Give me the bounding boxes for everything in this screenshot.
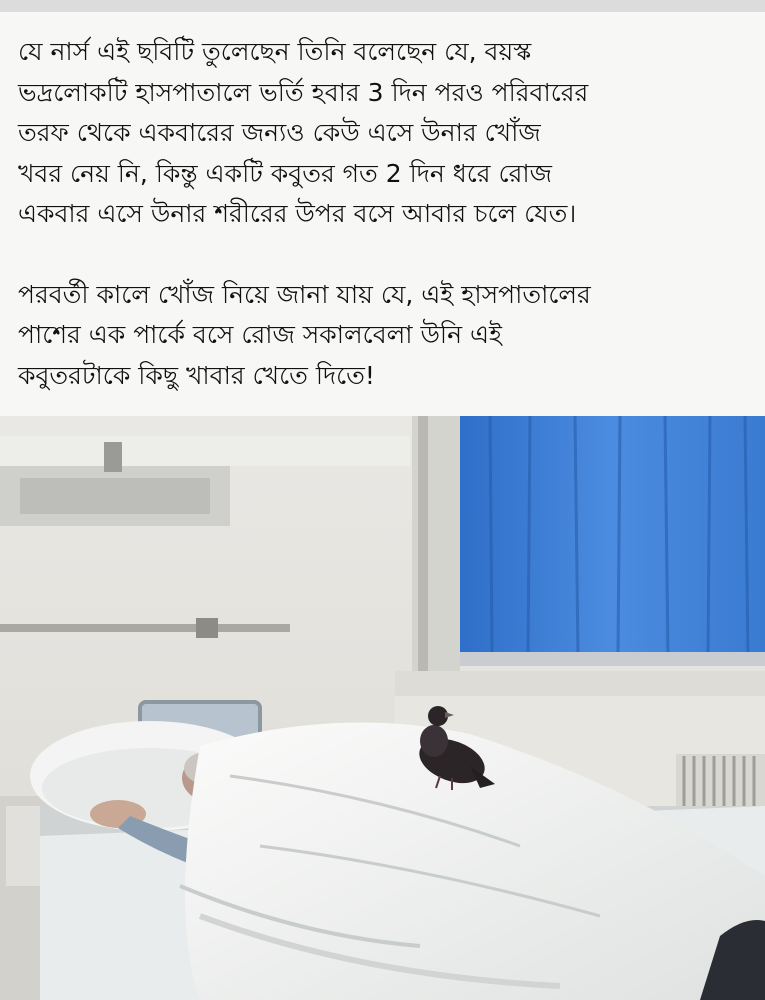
- hospital-scene-illustration: [0, 416, 765, 1000]
- hospital-photo: [0, 416, 765, 1000]
- post-text-panel: যে নার্স এই ছবিটি তুলেছেন তিনি বলেছেন যে…: [0, 12, 765, 416]
- top-edge-bar: [0, 0, 765, 12]
- wall-outlet: [104, 442, 122, 472]
- post-paragraph-1: যে নার্স এই ছবিটি তুলেছেন তিনি বলেছেন যে…: [18, 37, 589, 228]
- post-paragraph-2: পরবর্তী কালে খোঁজ নিয়ে জানা যায় যে, এই…: [18, 279, 591, 390]
- blue-curtain: [460, 416, 765, 656]
- wall-rail: [0, 624, 290, 632]
